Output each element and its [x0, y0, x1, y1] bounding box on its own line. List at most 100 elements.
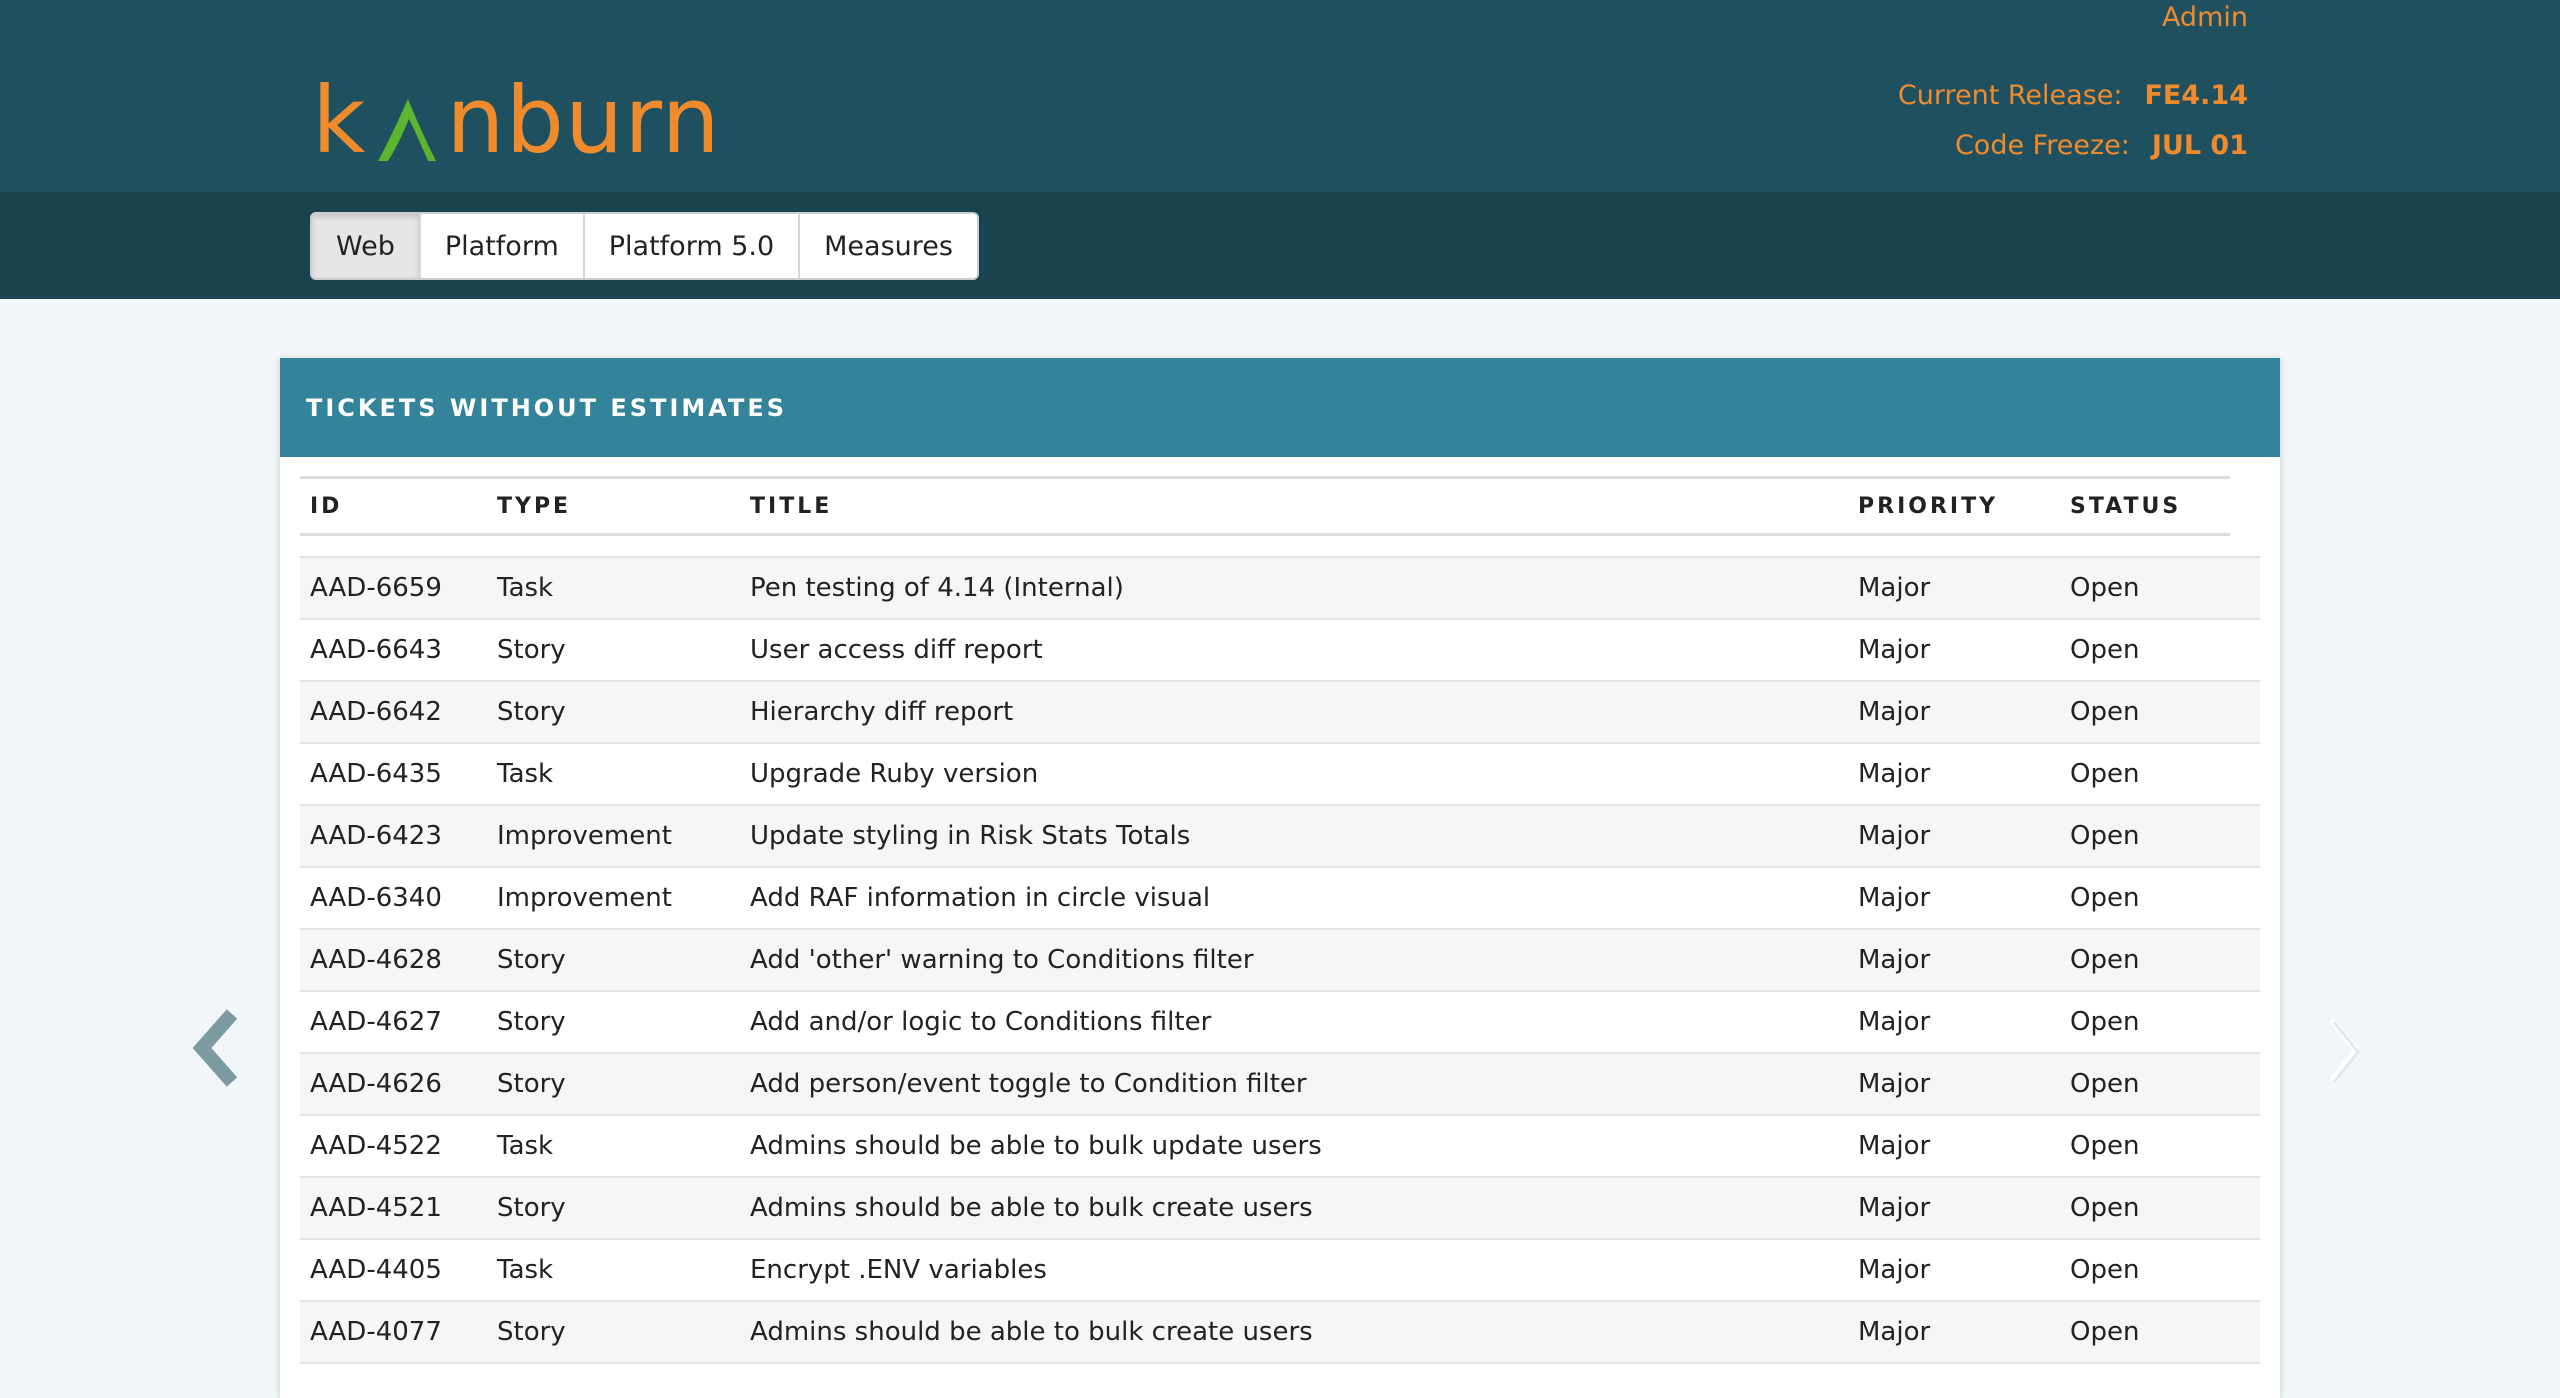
- ticket-priority: Major: [1858, 759, 1931, 789]
- tab-platform-5[interactable]: Platform 5.0: [584, 214, 801, 278]
- ticket-priority: Major: [1858, 697, 1931, 727]
- column-header-status[interactable]: STATUS: [2060, 494, 2230, 519]
- ticket-title[interactable]: User access diff report: [740, 635, 1848, 665]
- table-row[interactable]: AAD-6340 Improvement Add RAF information i…: [300, 868, 2260, 930]
- ticket-id[interactable]: AAD-6643: [300, 635, 487, 665]
- table-row[interactable]: AAD-6435 Task Upgrade Ruby version Major Ope…: [300, 744, 2260, 806]
- ticket-id[interactable]: AAD-4077: [300, 1317, 487, 1347]
- ticket-status: Open: [2070, 1069, 2140, 1099]
- ticket-id[interactable]: AAD-6642: [300, 697, 487, 727]
- table-row[interactable]: AAD-4077 Story Admins should be able to bu…: [300, 1302, 2260, 1364]
- chevron-left-icon[interactable]: [190, 1008, 250, 1088]
- table-row[interactable]: AAD-4405 Task Encrypt .ENV variables Major O…: [300, 1240, 2260, 1302]
- ticket-title[interactable]: Upgrade Ruby version: [740, 759, 1848, 789]
- ticket-priority: Major: [1858, 1193, 1931, 1223]
- ticket-priority: Major: [1858, 1131, 1931, 1161]
- ticket-title[interactable]: Add and/or logic to Conditions filter: [740, 1007, 1848, 1037]
- table-row[interactable]: AAD-6659 Task Pen testing of 4.14 (Interna…: [300, 558, 2260, 620]
- code-freeze-label: Code Freeze:: [1954, 130, 2130, 161]
- table-row[interactable]: AAD-4628 Story Add 'other' warning to Cond…: [300, 930, 2260, 992]
- ticket-status: Open: [2070, 945, 2140, 975]
- ticket-status: Open: [2070, 821, 2140, 851]
- tab-measures[interactable]: Measures: [800, 214, 977, 278]
- column-header-title[interactable]: TITLE: [740, 494, 1848, 519]
- column-header-id[interactable]: ID: [300, 494, 487, 519]
- ticket-type: Task: [497, 573, 554, 603]
- ticket-status: Open: [2070, 573, 2140, 603]
- ticket-id[interactable]: AAD-6435: [300, 759, 487, 789]
- logo[interactable]: k nburn: [312, 66, 721, 176]
- ticket-title[interactable]: Admins should be able to bulk update use…: [740, 1131, 1848, 1161]
- current-release-value: FE4.14: [2144, 80, 2248, 111]
- ticket-type: Story: [497, 697, 566, 727]
- ticket-priority: Major: [1858, 1317, 1931, 1347]
- ticket-id[interactable]: AAD-6340: [300, 883, 487, 913]
- ticket-id[interactable]: AAD-6423: [300, 821, 487, 851]
- ticket-title[interactable]: Update styling in Risk Stats Totals: [740, 821, 1848, 851]
- column-header-type[interactable]: TYPE: [487, 494, 740, 519]
- ticket-id[interactable]: AAD-4626: [300, 1069, 487, 1099]
- ticket-type: Story: [497, 1007, 566, 1037]
- table-row[interactable]: AAD-4626 Story Add person/event toggle to …: [300, 1054, 2260, 1116]
- ticket-title[interactable]: Admins should be able to bulk create use…: [740, 1193, 1848, 1223]
- ticket-priority: Major: [1858, 1007, 1931, 1037]
- ticket-id[interactable]: AAD-4405: [300, 1255, 487, 1285]
- current-release-label: Current Release:: [1897, 80, 2123, 111]
- nav-bar: Web Platform Platform 5.0 Measures: [0, 192, 2560, 299]
- column-header-priority[interactable]: PRIORITY: [1848, 494, 2060, 519]
- chevron-right-icon[interactable]: [2316, 1012, 2376, 1092]
- ticket-id[interactable]: AAD-4628: [300, 945, 487, 975]
- tab-platform[interactable]: Platform: [420, 214, 585, 278]
- ticket-title[interactable]: Add 'other' warning to Conditions filter: [740, 945, 1848, 975]
- panel-title: TICKETS WITHOUT ESTIMATES: [280, 358, 2280, 457]
- release-info: Current Release: FE4.14 Code Freeze: JUL 0…: [1898, 78, 2248, 178]
- ticket-priority: Major: [1858, 945, 1931, 975]
- admin-link[interactable]: Admin: [2162, 2, 2248, 33]
- ticket-title[interactable]: Add RAF information in circle visual: [740, 883, 1848, 913]
- ticket-priority: Major: [1858, 635, 1931, 665]
- ticket-priority: Major: [1858, 1255, 1931, 1285]
- tickets-panel: TICKETS WITHOUT ESTIMATES ID TYPE TITLE …: [280, 358, 2280, 1398]
- header-spacer: [300, 536, 2260, 558]
- ticket-status: Open: [2070, 635, 2140, 665]
- ticket-status: Open: [2070, 1131, 2140, 1161]
- table-row[interactable]: AAD-6642 Story Hierarchy diff report Major O…: [300, 682, 2260, 744]
- table-row[interactable]: AAD-4521 Story Admins should be able to bu…: [300, 1178, 2260, 1240]
- ticket-title[interactable]: Add person/event toggle to Condition fil…: [740, 1069, 1848, 1099]
- current-release: Current Release: FE4.14: [1898, 78, 2248, 128]
- code-freeze-value: JUL 01: [2151, 130, 2248, 161]
- ticket-type: Task: [497, 1131, 554, 1161]
- ticket-status: Open: [2070, 697, 2140, 727]
- project-tabs: Web Platform Platform 5.0 Measures: [310, 212, 979, 280]
- logo-text-end: nburn: [446, 67, 721, 174]
- ticket-type: Task: [497, 759, 554, 789]
- tab-web[interactable]: Web: [312, 214, 421, 278]
- table-row[interactable]: AAD-6643 Story User access diff report Majo…: [300, 620, 2260, 682]
- ticket-id[interactable]: AAD-4521: [300, 1193, 487, 1223]
- mountain-peak-icon: [374, 86, 440, 161]
- ticket-id[interactable]: AAD-4627: [300, 1007, 487, 1037]
- ticket-priority: Major: [1858, 573, 1931, 603]
- ticket-type: Story: [497, 1317, 566, 1347]
- ticket-type: Story: [497, 1193, 566, 1223]
- table-row[interactable]: AAD-6423 Improvement Update styling in Ris…: [300, 806, 2260, 868]
- ticket-status: Open: [2070, 759, 2140, 789]
- ticket-priority: Major: [1858, 883, 1931, 913]
- code-freeze: Code Freeze: JUL 01: [1898, 128, 2248, 178]
- ticket-type: Improvement: [497, 821, 672, 851]
- table-row[interactable]: AAD-4627 Story Add and/or logic to Conditi…: [300, 992, 2260, 1054]
- ticket-title[interactable]: Admins should be able to bulk create use…: [740, 1317, 1848, 1347]
- ticket-status: Open: [2070, 1007, 2140, 1037]
- ticket-status: Open: [2070, 1317, 2140, 1347]
- ticket-priority: Major: [1858, 1069, 1931, 1099]
- ticket-title[interactable]: Pen testing of 4.14 (Internal): [740, 573, 1848, 603]
- ticket-type: Story: [497, 945, 566, 975]
- ticket-title[interactable]: Hierarchy diff report: [740, 697, 1848, 727]
- table-row[interactable]: AAD-4522 Task Admins should be able to bul…: [300, 1116, 2260, 1178]
- table-body: AAD-6659 Task Pen testing of 4.14 (Interna…: [300, 558, 2260, 1364]
- ticket-title[interactable]: Encrypt .ENV variables: [740, 1255, 1848, 1285]
- ticket-id[interactable]: AAD-4522: [300, 1131, 487, 1161]
- ticket-id[interactable]: AAD-6659: [300, 573, 487, 603]
- app-header: k nburn Admin Current Release: FE4.14 Cod…: [0, 0, 2560, 192]
- ticket-type: Task: [497, 1255, 554, 1285]
